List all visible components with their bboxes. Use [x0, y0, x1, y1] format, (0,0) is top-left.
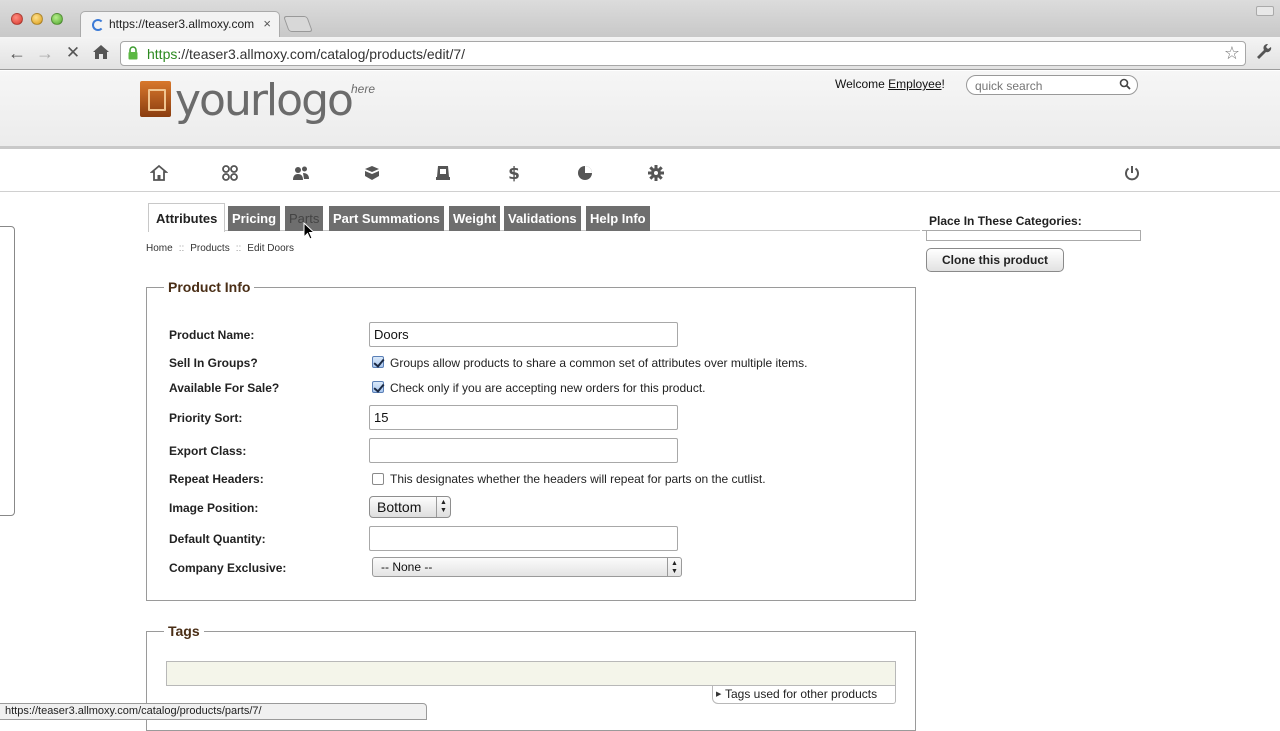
stop-loading-icon[interactable]: ✕	[63, 43, 83, 63]
padlock-icon	[128, 46, 138, 60]
svg-text:$: $	[508, 164, 520, 182]
image-position-value: Bottom	[377, 499, 422, 515]
printer-icon[interactable]	[434, 164, 452, 182]
back-arrow-icon[interactable]: ←	[7, 43, 27, 63]
product-name-input[interactable]	[369, 322, 678, 347]
repeat-headers-checkbox[interactable]	[372, 473, 384, 485]
available-for-sale-checkbox[interactable]	[372, 381, 384, 393]
mouse-cursor-icon	[303, 222, 315, 240]
priority-sort-label: Priority Sort:	[169, 411, 243, 425]
company-exclusive-select[interactable]: -- None -- ▲ ▼	[372, 557, 682, 577]
tab-part-summations[interactable]: Part Summations	[329, 206, 444, 231]
breadcrumb-home[interactable]: Home	[146, 243, 173, 254]
select-arrows-icon: ▲ ▼	[436, 497, 450, 517]
default-quantity-label: Default Quantity:	[169, 532, 266, 546]
main-icon-nav: $	[0, 152, 1280, 192]
company-exclusive-value: -- None --	[381, 560, 433, 574]
sell-in-groups-checkbox[interactable]	[372, 356, 384, 368]
settings-gear-icon[interactable]	[647, 164, 665, 182]
product-info-fieldset: Product Info Product Name: Sell In Group…	[146, 279, 916, 601]
site-header: yourlogo here Welcome Employee!	[0, 71, 1280, 149]
browser-home-icon[interactable]	[91, 43, 111, 63]
logo-superscript: here	[351, 82, 376, 96]
address-bar[interactable]: https://teaser3.allmoxy.com/catalog/prod…	[120, 41, 1246, 66]
employee-link[interactable]: Employee	[888, 77, 941, 91]
tab-pricing[interactable]: Pricing	[228, 206, 281, 231]
tab-attributes[interactable]: Attributes	[148, 203, 226, 232]
browser-tab-strip: https://teaser3.allmoxy.com ×	[0, 0, 1280, 37]
tab-close-icon[interactable]: ×	[263, 16, 271, 31]
select-arrows-icon: ▲ ▼	[667, 558, 681, 576]
breadcrumb-separator: ::	[178, 243, 185, 254]
logo-mark	[140, 81, 171, 117]
priority-sort-input[interactable]	[369, 405, 678, 430]
repeat-headers-hint: This designates whether the headers will…	[390, 472, 766, 486]
sell-in-groups-hint: Groups allow products to share a common …	[390, 356, 808, 370]
tags-input[interactable]	[166, 661, 896, 686]
tab-weight[interactable]: Weight	[449, 206, 501, 231]
breadcrumb-products[interactable]: Products	[190, 243, 229, 254]
repeat-headers-label: Repeat Headers:	[169, 472, 264, 486]
default-quantity-input[interactable]	[369, 526, 678, 551]
window-resize-icon[interactable]	[1256, 6, 1274, 16]
home-icon[interactable]	[149, 164, 169, 182]
dollar-icon[interactable]: $	[505, 164, 523, 184]
available-for-sale-hint: Check only if you are accepting new orde…	[390, 381, 706, 395]
other-tags-toggle[interactable]: Tags used for other products	[712, 686, 896, 704]
window-zoom-button[interactable]	[51, 13, 63, 25]
window-close-button[interactable]	[11, 13, 23, 25]
search-icon[interactable]	[1119, 78, 1131, 90]
power-icon[interactable]	[1123, 164, 1141, 182]
clone-product-button[interactable]: Clone this product	[926, 248, 1064, 272]
new-tab-button[interactable]	[283, 16, 313, 32]
left-sidebar-collapsed[interactable]	[0, 226, 15, 516]
available-for-sale-label: Available For Sale?	[169, 381, 280, 395]
image-position-label: Image Position:	[169, 501, 259, 515]
tags-legend: Tags	[164, 623, 204, 639]
product-info-legend: Product Info	[164, 279, 255, 295]
pie-chart-icon[interactable]	[576, 164, 594, 182]
tab-help-info[interactable]: Help Info	[586, 206, 650, 231]
bookmark-star-icon[interactable]: ☆	[1224, 43, 1240, 64]
quick-search-box[interactable]	[966, 75, 1138, 95]
export-class-input[interactable]	[369, 438, 678, 463]
company-exclusive-label: Company Exclusive:	[169, 561, 287, 575]
tab-validations[interactable]: Validations	[504, 206, 581, 231]
box-icon[interactable]	[363, 164, 381, 182]
wrench-menu-icon[interactable]	[1256, 43, 1272, 66]
browser-toolbar: ← → ✕ https://teaser3.allmoxy.com/catalo…	[0, 37, 1280, 70]
breadcrumb-separator: ::	[235, 243, 242, 254]
users-icon[interactable]	[292, 164, 310, 182]
breadcrumb: Home:: Products:: Edit Doors	[146, 243, 294, 254]
status-bar-url: https://teaser3.allmoxy.com/catalog/prod…	[0, 703, 427, 720]
welcome-message: Welcome Employee!	[835, 77, 945, 91]
address-url: https://teaser3.allmoxy.com/catalog/prod…	[147, 46, 466, 62]
browser-tab-title: https://teaser3.allmoxy.com	[109, 17, 255, 31]
sell-in-groups-label: Sell In Groups?	[169, 356, 258, 370]
categories-title: Place In These Categories:	[929, 214, 1082, 228]
logo-text: yourlogo	[175, 75, 354, 126]
loading-spinner-icon	[92, 19, 104, 31]
breadcrumb-current: Edit Doors	[247, 243, 294, 254]
grid-icon[interactable]	[221, 164, 239, 182]
forward-arrow-icon[interactable]: →	[35, 43, 55, 63]
quick-search-input[interactable]	[975, 78, 1115, 94]
image-position-select[interactable]: Bottom ▲ ▼	[369, 496, 451, 518]
window-minimize-button[interactable]	[31, 13, 43, 25]
browser-tab[interactable]: https://teaser3.allmoxy.com ×	[80, 11, 280, 37]
export-class-label: Export Class:	[169, 444, 247, 458]
product-name-label: Product Name:	[169, 328, 255, 342]
categories-list[interactable]	[926, 230, 1141, 241]
